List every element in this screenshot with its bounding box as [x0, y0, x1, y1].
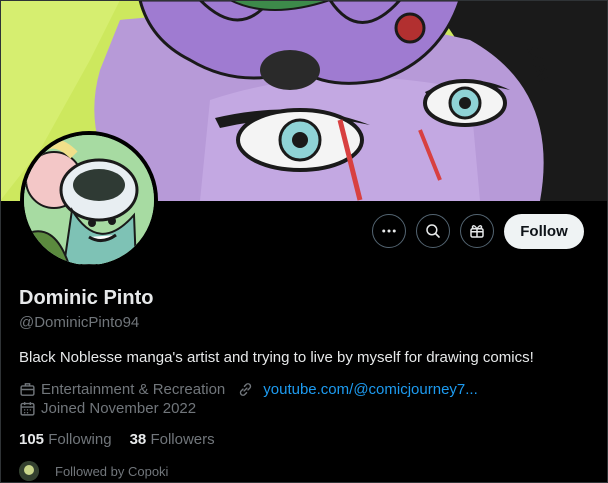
avatar[interactable] — [20, 131, 158, 269]
search-button[interactable] — [416, 214, 450, 248]
avatar-illustration — [24, 135, 154, 265]
profile-bio: Black Noblesse manga's artist and trying… — [19, 349, 534, 366]
gift-icon — [470, 225, 484, 238]
profile-link[interactable]: youtube.com/@comicjourney7... — [263, 381, 478, 398]
calendar-icon — [20, 402, 35, 416]
profile-joined-row: Joined November 2022 — [19, 400, 196, 417]
link-icon — [240, 383, 252, 396]
followers-link[interactable]: 38 Followers — [130, 431, 215, 448]
followed-by-text: Followed by Copoki — [55, 463, 169, 479]
following-link[interactable]: 105 Following — [19, 431, 112, 448]
follow-counts: 105 Following 38 Followers — [19, 431, 215, 448]
profile-name: Dominic Pinto — [19, 287, 154, 309]
profile-category: Entertainment & Recreation — [41, 381, 226, 398]
more-icon — [382, 229, 396, 233]
profile-joined: Joined November 2022 — [41, 400, 197, 417]
more-button[interactable] — [372, 214, 406, 248]
followers-label: Followers — [150, 431, 215, 448]
followed-by[interactable]: Followed by Copoki — [19, 461, 168, 481]
search-icon — [426, 224, 440, 238]
profile-meta-row: Entertainment & Recreation youtube.com/@… — [19, 381, 478, 398]
followers-count: 38 — [129, 431, 147, 448]
profile-handle: @DominicPinto94 — [19, 314, 140, 331]
following-label: Following — [48, 431, 112, 448]
follow-button[interactable]: Follow — [504, 214, 584, 249]
following-count: 105 — [19, 431, 45, 448]
follower-avatar — [19, 461, 39, 481]
subscribe-button[interactable] — [460, 214, 494, 248]
briefcase-icon — [20, 383, 35, 396]
